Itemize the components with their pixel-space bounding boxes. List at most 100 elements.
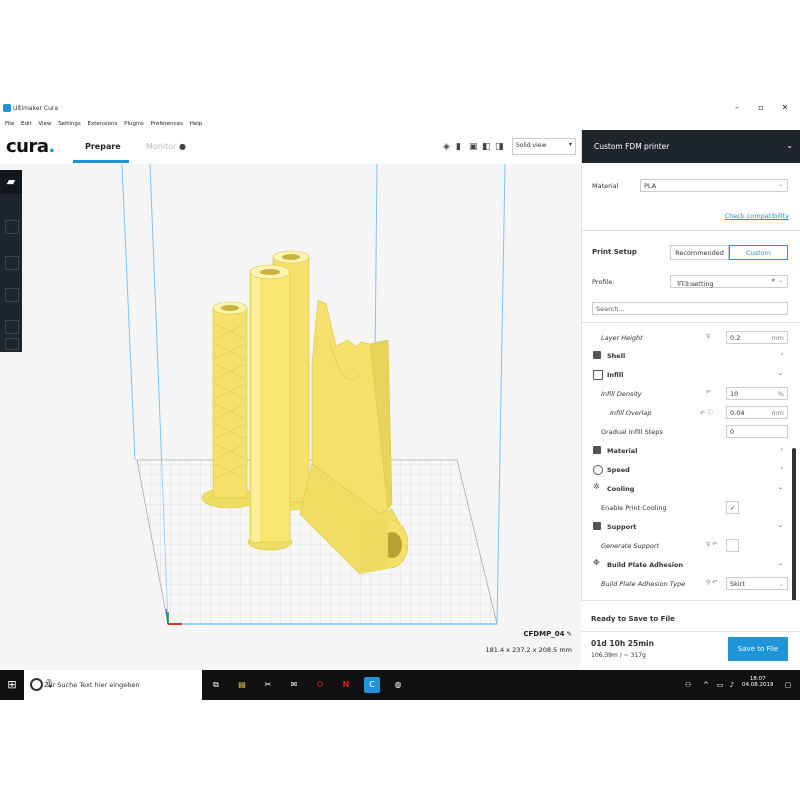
generate-support-checkbox[interactable]: [726, 539, 739, 552]
rotate-tool-icon[interactable]: [5, 288, 19, 302]
chevron-down-icon: ⌄: [777, 522, 783, 529]
stage-header: cura. Prepare Monitor ● ◈ ▮ ▣ ◧ ◨ Solid …: [0, 130, 580, 164]
setting-generate-support: Generate Support ⚲ ↶: [582, 537, 787, 555]
microphone-icon[interactable]: 🎙: [44, 679, 197, 688]
link-reset-icon[interactable]: ⚲ ↶: [706, 579, 717, 586]
reset-info-icon[interactable]: ↶ ⓘ: [700, 408, 713, 417]
edit-pencil-icon[interactable]: ✎: [567, 630, 572, 638]
window-title: Ultimaker Cura: [13, 105, 59, 112]
category-speed[interactable]: Speed ‹: [582, 461, 787, 479]
category-cooling[interactable]: ✲ Cooling ⌄: [582, 480, 787, 498]
open-file-icon[interactable]: ▰: [0, 170, 22, 194]
app-icon[interactable]: ◍: [390, 677, 406, 693]
tab-monitor[interactable]: Monitor ●: [146, 142, 186, 151]
windows-start-icon[interactable]: ⊞: [4, 677, 20, 693]
taskbar-search[interactable]: Zur Suche Text hier eingeben 🎙: [24, 670, 202, 700]
material-dropdown[interactable]: PLA ⌄: [640, 179, 788, 192]
setting-layer-height: Layer Height ⚲ 0.2 mm: [582, 329, 788, 347]
menu-settings[interactable]: Settings: [58, 121, 81, 127]
print-setup-title: Print Setup: [592, 248, 637, 256]
settings-panel: Custom FDM printer ⌄ Material PLA ⌄ Check …: [581, 130, 800, 670]
setting-infill-overlap: Infill Overlap ↶ ⓘ 0.04 mm: [582, 404, 788, 422]
infill-icon: [593, 370, 603, 380]
clock[interactable]: 18:07 04.08.2018: [742, 676, 774, 688]
material-label: Material: [592, 182, 619, 190]
active-tab-indicator: [73, 160, 129, 163]
view-right-icon[interactable]: ◨: [495, 142, 504, 152]
profile-dropdown[interactable]: TT1.setting 0.2mm ★ ⌄: [670, 275, 788, 288]
fan-icon: ✲: [593, 482, 600, 491]
people-icon[interactable]: ⚇: [680, 677, 696, 693]
category-material[interactable]: Material ‹: [582, 442, 787, 460]
close-button[interactable]: ✕: [778, 103, 792, 112]
app-icon[interactable]: ✂: [260, 677, 276, 693]
link-reset-icon[interactable]: ⚲ ↶: [706, 541, 717, 548]
menu-extensions[interactable]: Extensions: [88, 121, 118, 127]
infill-overlap-input[interactable]: 0.04 mm: [726, 406, 788, 419]
per-model-settings-icon[interactable]: [5, 338, 19, 350]
infill-density-input[interactable]: 10%: [726, 387, 788, 400]
recommended-mode-button[interactable]: Recommended: [670, 245, 729, 260]
opera-icon[interactable]: O: [312, 677, 328, 693]
tool-sidebar: ▰: [0, 170, 22, 352]
menu-edit[interactable]: Edit: [21, 121, 32, 127]
printer-selector[interactable]: Custom FDM printer ⌄: [582, 130, 800, 163]
cura-app-icon: [3, 104, 11, 112]
windows-taskbar: ⊞ Zur Suche Text hier eingeben 🎙 ⧉ ▤ ✂ ✉…: [0, 670, 800, 700]
move-tool-icon[interactable]: [5, 220, 19, 234]
build-volume-viewport[interactable]: CFDMP_04 ✎ 181.4 x 237.2 x 208.5 mm: [0, 164, 580, 670]
category-infill[interactable]: Infill ⌄: [582, 366, 787, 384]
menu-help[interactable]: Help: [190, 121, 203, 127]
setting-gradual-infill: Gradual Infill Steps 0: [582, 423, 788, 441]
link-icon[interactable]: ⚲: [706, 333, 710, 340]
volume-edge: [121, 164, 136, 461]
menu-file[interactable]: File: [5, 121, 14, 127]
job-status: Ready to Save to File: [591, 615, 675, 623]
tab-prepare[interactable]: Prepare: [85, 142, 121, 151]
cura-window: Ultimaker Cura – ▫ ✕ File Edit View Sett…: [0, 100, 800, 698]
mail-icon[interactable]: ✉: [286, 677, 302, 693]
task-view-icon[interactable]: ⧉: [208, 677, 224, 693]
cura-taskbar-icon[interactable]: C: [364, 677, 380, 693]
reset-icon[interactable]: ↶: [706, 389, 711, 396]
menu-view[interactable]: View: [38, 121, 51, 127]
print-time: 01d 10h 25min: [591, 639, 654, 648]
object-info: CFDMP_04 ✎ 181.4 x 237.2 x 208.5 mm: [485, 630, 572, 654]
volume-edge: [496, 164, 506, 625]
file-explorer-icon[interactable]: ▤: [234, 677, 250, 693]
category-shell[interactable]: Shell ‹: [582, 347, 787, 365]
menu-preferences[interactable]: Preferences: [151, 121, 183, 127]
category-support[interactable]: Support ⌄: [582, 518, 787, 536]
chevron-left-icon: ‹: [780, 351, 783, 358]
view-top-icon[interactable]: ▣: [469, 142, 478, 152]
mirror-tool-icon[interactable]: [5, 320, 19, 334]
notifications-icon[interactable]: ▢: [780, 677, 796, 693]
maximize-button[interactable]: ▫: [754, 103, 768, 112]
enable-cooling-checkbox[interactable]: ✓: [726, 501, 739, 514]
save-to-file-button[interactable]: Save to File: [728, 637, 788, 661]
view-3d-icon[interactable]: ◈: [443, 142, 450, 152]
volume-icon[interactable]: ♪: [724, 677, 740, 693]
shell-icon: [593, 351, 601, 359]
view-mode-dropdown[interactable]: Solid view ▾: [512, 138, 576, 155]
check-compatibility-link[interactable]: Check compatibility: [725, 212, 789, 220]
view-left-icon[interactable]: ◧: [482, 142, 491, 152]
custom-mode-button[interactable]: Custom: [729, 245, 788, 260]
material-icon: [593, 446, 601, 454]
menu-plugins[interactable]: Plugins: [124, 121, 144, 127]
layer-height-input[interactable]: 0.2 mm: [726, 331, 788, 344]
divider: [582, 322, 800, 323]
monitor-status-icon: ●: [178, 142, 186, 151]
view-front-icon[interactable]: ▮: [456, 142, 461, 152]
minimize-button[interactable]: –: [730, 103, 744, 112]
setting-adhesion-type: Build Plate Adhesion Type ⚲ ↶ Skirt ⌄: [582, 575, 788, 593]
title-bar: Ultimaker Cura – ▫ ✕: [0, 100, 800, 118]
scene-canvas: [121, 164, 506, 625]
gradual-infill-input[interactable]: 0: [726, 425, 788, 438]
netflix-icon[interactable]: N: [338, 677, 354, 693]
category-adhesion[interactable]: ✥ Build Plate Adhesion ⌄: [582, 556, 787, 574]
scale-tool-icon[interactable]: [5, 256, 19, 270]
material-usage: 106.39m / ~ 317g: [591, 652, 646, 659]
settings-search-input[interactable]: Search...: [592, 302, 788, 315]
adhesion-type-dropdown[interactable]: Skirt ⌄: [726, 577, 788, 590]
